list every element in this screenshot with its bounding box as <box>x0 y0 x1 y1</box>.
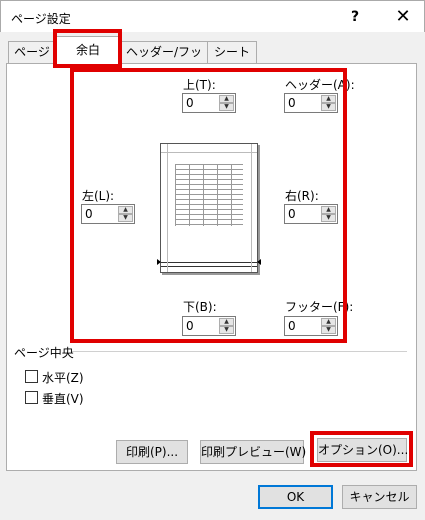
vertical-label[interactable]: 垂直(V) <box>42 390 84 407</box>
tab-header-footer[interactable]: ヘッダー/フッター <box>120 41 208 79</box>
footer-line <box>161 262 257 263</box>
bottom-margin-label: 下(B): <box>183 300 217 314</box>
up-arrow-icon[interactable]: ▲ <box>321 95 336 103</box>
down-arrow-icon[interactable]: ▼ <box>118 214 133 222</box>
up-arrow-icon[interactable]: ▲ <box>321 206 336 214</box>
bottom-margin-spinner[interactable]: 0 ▲ ▼ <box>182 316 236 336</box>
preview-grid <box>175 164 243 226</box>
right-margin-label: 右(R): <box>285 189 319 203</box>
horizontal-label[interactable]: 水平(Z) <box>42 369 84 386</box>
right-margin-line <box>251 144 252 272</box>
right-marker-icon <box>257 259 261 265</box>
left-margin-line <box>167 144 168 272</box>
down-arrow-icon[interactable]: ▼ <box>321 326 336 334</box>
top-margin-value: 0 <box>186 96 194 110</box>
up-arrow-icon[interactable]: ▲ <box>219 318 234 326</box>
print-preview-button[interactable]: 印刷プレビュー(W) <box>200 440 306 464</box>
horizontal-checkbox[interactable] <box>25 370 38 383</box>
center-group-label: ページ中央 <box>14 346 74 360</box>
footer-margin-label: フッター(F): <box>285 300 354 314</box>
up-arrow-icon[interactable]: ▲ <box>219 95 234 103</box>
down-arrow-icon[interactable]: ▼ <box>321 214 336 222</box>
cancel-button[interactable]: キャンセル <box>342 485 417 509</box>
down-arrow-icon[interactable]: ▼ <box>219 103 234 111</box>
options-button[interactable]: オプション(O)... <box>317 438 408 462</box>
left-margin-label: 左(L): <box>82 189 115 203</box>
header-margin-label: ヘッダー(A): <box>285 78 355 92</box>
ok-button[interactable]: OK <box>258 485 333 509</box>
up-arrow-icon[interactable]: ▲ <box>321 318 336 326</box>
footer-margin-spinner[interactable]: 0 ▲ ▼ <box>284 316 338 336</box>
tab-margins[interactable]: 余白 <box>55 36 121 64</box>
left-margin-spinner[interactable]: 0 ▲ ▼ <box>81 204 135 224</box>
down-arrow-icon[interactable]: ▼ <box>321 103 336 111</box>
top-margin-spinner[interactable]: 0 ▲ ▼ <box>182 93 236 113</box>
footer-margin-value: 0 <box>288 319 296 333</box>
dialog-title: ページ設定 <box>11 12 71 26</box>
left-margin-value: 0 <box>85 207 93 221</box>
right-margin-spinner[interactable]: 0 ▲ ▼ <box>284 204 338 224</box>
down-arrow-icon[interactable]: ▼ <box>219 326 234 334</box>
vertical-checkbox[interactable] <box>25 391 38 404</box>
header-margin-value: 0 <box>288 96 296 110</box>
tab-page[interactable]: ページ <box>8 41 56 63</box>
close-button[interactable]: ✕ <box>385 5 421 29</box>
title-bar: ページ設定 ? ✕ <box>0 0 425 32</box>
header-line <box>161 152 257 153</box>
bottom-margin-line <box>161 266 257 267</box>
header-margin-spinner[interactable]: 0 ▲ ▼ <box>284 93 338 113</box>
left-marker-icon <box>157 259 161 265</box>
right-margin-value: 0 <box>288 207 296 221</box>
top-margin-label: 上(T): <box>183 78 216 92</box>
print-button[interactable]: 印刷(P)... <box>116 440 188 464</box>
up-arrow-icon[interactable]: ▲ <box>118 206 133 214</box>
bottom-margin-value: 0 <box>186 319 194 333</box>
help-button[interactable]: ? <box>337 5 373 29</box>
group-separator <box>72 351 407 352</box>
page-preview <box>160 143 258 273</box>
tab-sheet[interactable]: シート <box>207 41 257 63</box>
